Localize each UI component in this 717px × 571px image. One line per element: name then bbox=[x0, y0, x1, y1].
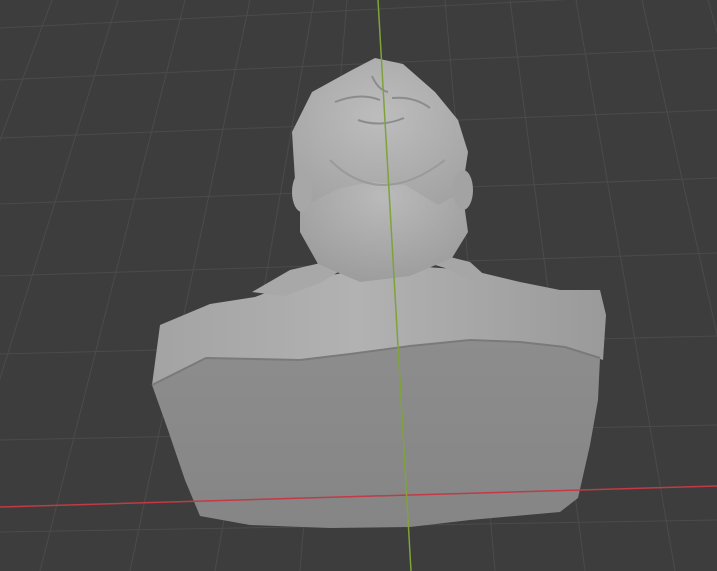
viewport-scene[interactable] bbox=[0, 0, 717, 571]
3d-viewport[interactable] bbox=[0, 0, 717, 571]
bust-ear-left[interactable] bbox=[292, 172, 312, 212]
bust-base[interactable] bbox=[152, 340, 600, 528]
bust-ear-right[interactable] bbox=[453, 170, 473, 210]
